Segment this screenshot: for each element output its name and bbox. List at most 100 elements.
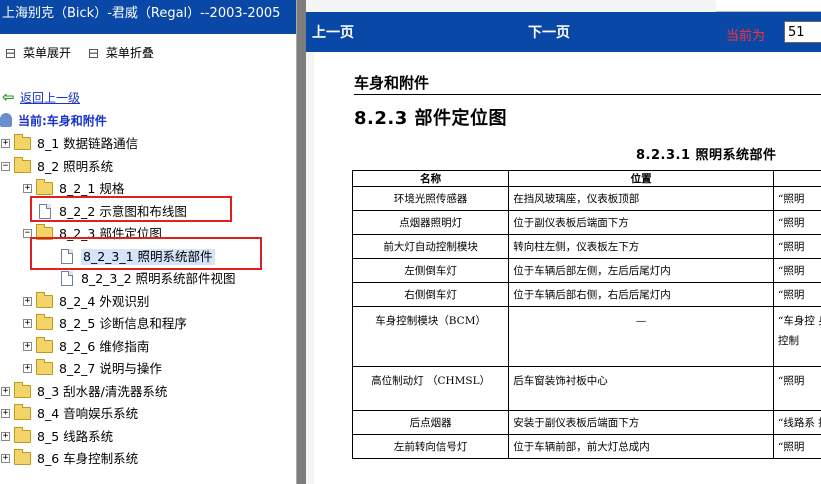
tree-item[interactable]: +8_2_1 规格 <box>0 179 290 201</box>
reference-cell: “照明 <box>773 186 821 211</box>
part-name-cell: 右侧倒车灯 <box>351 282 510 307</box>
part-name-cell: 左前转向信号灯 <box>351 434 510 459</box>
table-row: 后点烟器安装于副仪表板后端面下方“线路系 接 <box>351 410 821 435</box>
page-number-input[interactable] <box>784 21 821 43</box>
next-page-button[interactable]: 下一页 <box>528 22 570 42</box>
tree-item[interactable]: 8_2_3_1 照明系统部件 <box>0 247 290 269</box>
tree-item[interactable]: +8_2_4 外观识别 <box>0 291 290 314</box>
folder-icon <box>14 449 31 465</box>
collapse-node-icon[interactable]: − <box>23 229 32 238</box>
collapse-menu-label: 菜单折叠 <box>105 46 154 60</box>
reference-cell: “线路系 接 <box>773 410 821 435</box>
table-row: 前大灯自动控制模块 转向柱左侧，仪表板左下方 “照明 <box>351 234 821 259</box>
tree-item-label: 8_2_3 部件定位图 <box>59 226 162 241</box>
reference-cell: “车身控 身控制 <box>773 306 821 367</box>
back-link[interactable]: 返回上一级 <box>20 91 80 105</box>
back-row: ⇦ 返回上一级 <box>0 88 80 106</box>
folder-icon <box>14 426 31 443</box>
part-name-cell: 点烟器照明灯 <box>351 210 510 235</box>
part-position-cell: 转向柱左侧，仪表板左下方 <box>508 234 774 259</box>
collapse-menu-icon <box>88 49 98 58</box>
folder-icon <box>36 179 53 195</box>
table-row: 点烟器照明灯 位于副仪表板后端面下方 “照明 <box>351 210 821 235</box>
part-position-cell: 位于车辆后部左侧，左后后尾灯内 <box>508 258 774 283</box>
expand-menu-label: 菜单展开 <box>23 46 72 60</box>
folder-icon <box>36 314 53 330</box>
current-location: 当前:车身和附件 <box>0 112 107 129</box>
tree-item-label: 8_5 线路系统 <box>37 428 114 444</box>
tree-item-label: 8_2_5 诊断信息和程序 <box>59 316 187 331</box>
tree-item[interactable]: +8_2_5 诊断信息和程序 <box>0 314 290 336</box>
tree-panel-title: 上海别克（Bick）-君威（Regal）--2003-2005 <box>0 0 296 34</box>
reference-cell: “照明 <box>773 282 821 307</box>
part-position-cell: 位于车辆后部右侧，右后后尾灯内 <box>508 282 774 307</box>
table-row: 左侧倒车灯 位于车辆后部左侧，左后后尾灯内 “照明 <box>351 258 821 283</box>
current-page-label: 当前为 <box>726 29 766 44</box>
expand-menu-button[interactable]: 菜单展开 <box>6 44 71 61</box>
part-name-cell: 左侧倒车灯 <box>351 258 510 283</box>
expand-node-icon[interactable]: + <box>23 341 32 351</box>
expand-node-icon[interactable]: + <box>23 296 32 306</box>
tree-item[interactable]: +8_3 刮水器/清洗器系统 <box>0 381 290 404</box>
reference-cell: “照明 <box>773 366 821 411</box>
tree-item[interactable]: 8_2_2 示意图和布线图 <box>0 202 290 224</box>
table-row: 高位制动灯 （CHMSL） 后车窗装饰衬板中心 “照明 <box>351 366 821 411</box>
page-navigation-bar: 上一页 下一页 当前为 <box>306 12 821 52</box>
tree-item[interactable]: +8_2_6 维修指南 <box>0 336 290 359</box>
expand-node-icon[interactable]: + <box>1 431 10 441</box>
tree-item[interactable]: +8_4 音响娱乐系统 <box>0 404 290 426</box>
document-icon <box>61 248 73 264</box>
expand-node-icon[interactable]: + <box>1 409 10 418</box>
column-header-reference <box>773 170 821 187</box>
document-icon <box>61 271 73 286</box>
folder-icon <box>36 224 53 240</box>
document-icon <box>39 203 51 219</box>
expand-node-icon[interactable]: + <box>1 454 10 463</box>
folder-icon <box>14 134 31 150</box>
expand-node-icon[interactable]: + <box>1 139 10 148</box>
expand-node-icon[interactable]: + <box>23 364 32 373</box>
part-name-cell: 后点烟器 <box>351 410 510 435</box>
document-page: 车身和附件 8.2.3 部件定位图 8.2.3.1 照明系统部件 名称 位置 环… <box>314 52 821 484</box>
tree-item-label: 8_2_4 外观识别 <box>59 293 150 309</box>
folder-icon <box>14 381 31 398</box>
person-icon <box>0 113 12 127</box>
part-name-cell: 高位制动灯 （CHMSL） <box>351 366 510 411</box>
collapse-node-icon[interactable]: − <box>1 161 10 171</box>
tree-item-label: 8_2_1 规格 <box>59 181 125 196</box>
tree-item-label: 8_2_3_1 照明系统部件 <box>81 248 215 265</box>
tree-item[interactable]: − 8_2 照明系统 <box>0 156 290 179</box>
part-name-cell: 前大灯自动控制模块 <box>351 234 510 259</box>
tree-item-label: 8_6 车身控制系统 <box>37 451 139 466</box>
column-header-position: 位置 <box>508 170 774 187</box>
tree-item[interactable]: +8_6 车身控制系统 <box>0 449 290 471</box>
part-position-cell: 位于车辆前部，前大灯总成内 <box>508 434 774 459</box>
section-heading: 车身和附件 <box>354 74 430 92</box>
expand-node-icon[interactable]: + <box>1 386 10 396</box>
collapse-menu-button[interactable]: 菜单折叠 <box>88 44 154 61</box>
part-position-cell: 后车窗装饰衬板中心 <box>508 366 774 411</box>
expand-node-icon[interactable]: + <box>23 184 32 193</box>
tree-item[interactable]: +8_1 数据链路通信 <box>0 134 290 156</box>
panel-splitter[interactable] <box>296 0 306 484</box>
tree-item[interactable]: +8_5 线路系统 <box>0 426 290 449</box>
folder-icon <box>14 156 31 173</box>
tree-item[interactable]: +8_2_7 说明与操作 <box>0 359 290 381</box>
expand-node-icon[interactable]: + <box>23 319 32 328</box>
table-row: 左前转向信号灯 位于车辆前部，前大灯总成内 “照明 <box>351 434 821 459</box>
parts-table: 名称 位置 环境光照传感器 在挡风玻璃座，仪表板顶部 “照明 点烟器照明灯 位于副仪表板… <box>351 170 821 459</box>
part-position-cell: 位于副仪表板后端面下方 <box>508 210 774 235</box>
current-location-label: 当前:车身和附件 <box>18 114 107 128</box>
document-panel: 上一页 下一页 当前为 车身和附件 8.2.3 部件定位图 8.2.3.1 照明… <box>306 0 821 484</box>
tree-item-label: 8_2_6 维修指南 <box>59 338 150 354</box>
prev-page-button[interactable]: 上一页 <box>312 22 354 42</box>
tree-item-label: 8_2_7 说明与操作 <box>59 361 162 376</box>
tree-item[interactable]: 8_2_3_2 照明系统部件视图 <box>0 269 290 291</box>
page-title: 8.2.3 部件定位图 <box>354 108 508 129</box>
back-arrow-icon[interactable]: ⇦ <box>0 88 20 106</box>
reference-cell: “照明 <box>773 234 821 259</box>
folder-icon <box>36 291 53 308</box>
tree-item[interactable]: − 8_2_3 部件定位图 <box>0 224 290 246</box>
table-row: 车身控制模块（BCM）—“车身控 身控制 <box>351 306 821 367</box>
reference-cell: “照明 <box>773 210 821 235</box>
